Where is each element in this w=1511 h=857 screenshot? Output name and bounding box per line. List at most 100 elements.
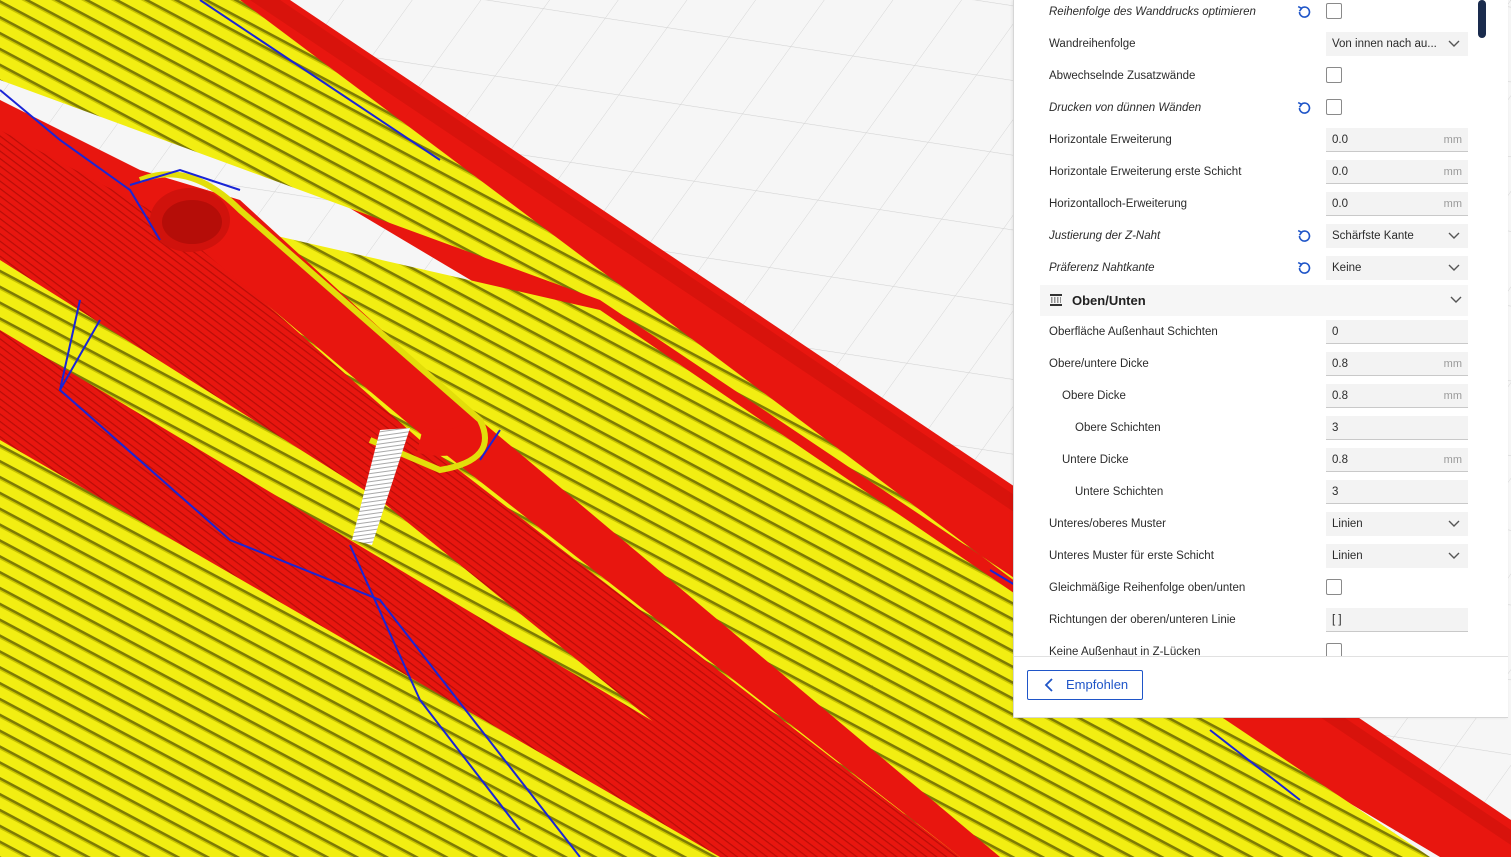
setting-input[interactable]: 0.8 mm [1326,352,1468,376]
setting-row[interactable]: Keine Außenhaut in Z-Lücken [1014,640,1508,656]
setting-row[interactable]: Gleichmäßige Reihenfolge oben/unten [1014,576,1508,608]
setting-checkbox[interactable] [1326,67,1342,83]
setting-row[interactable]: Obere Dicke 0.8 mm [1014,384,1508,416]
setting-dropdown[interactable]: Linien [1326,544,1468,568]
setting-row[interactable]: Drucken von dünnen Wänden [1014,96,1508,128]
input-unit: mm [1443,166,1462,178]
input-value: 0.8 [1332,390,1348,402]
setting-label: Horizontale Erweiterung erste Schicht [1049,166,1242,178]
reset-to-default-icon[interactable] [1296,260,1312,276]
input-value: [ ] [1332,614,1342,626]
setting-input[interactable]: 0.0 mm [1326,192,1468,216]
setting-row[interactable]: Unteres Muster für erste Schicht Linien [1014,544,1508,576]
setting-label: Untere Schichten [1075,486,1164,498]
setting-row[interactable]: Präferenz Nahtkante Keine [1014,256,1508,288]
input-unit: mm [1443,358,1462,370]
chevron-left-icon [1044,678,1053,692]
input-value: 3 [1332,486,1339,498]
setting-label: Unteres Muster für erste Schicht [1049,550,1214,562]
setting-input[interactable]: 3 [1326,480,1468,504]
setting-input[interactable]: 0.0 mm [1326,128,1468,152]
chevron-down-icon [1448,552,1460,559]
setting-checkbox[interactable] [1326,643,1342,656]
reset-to-default-icon[interactable] [1296,4,1312,20]
section-title: Oben/Unten [1072,293,1146,308]
setting-label: Horizontalloch-Erweiterung [1049,198,1188,210]
input-unit: mm [1443,198,1462,210]
setting-input[interactable]: 0 [1326,320,1468,344]
input-value: 0.0 [1332,166,1348,178]
setting-row[interactable]: Horizontalloch-Erweiterung 0.0 mm [1014,192,1508,224]
dropdown-value: Linien [1332,550,1363,562]
setting-row[interactable]: Obere/untere Dicke 0.8 mm [1014,352,1508,384]
setting-row[interactable]: Horizontale Erweiterung 0.0 mm [1014,128,1508,160]
setting-input[interactable]: 3 [1326,416,1468,440]
setting-row[interactable]: Unteres/oberes Muster Linien [1014,512,1508,544]
print-settings-panel: Reihenfolge des Wanddrucks optimieren Wan… [1013,0,1508,718]
setting-row[interactable]: Horizontale Erweiterung erste Schicht 0.0… [1014,160,1508,192]
input-value: 3 [1332,422,1339,434]
reset-to-default-icon[interactable] [1296,228,1312,244]
panel-divider [1014,656,1508,657]
setting-label: Richtungen der oberen/unteren Linie [1049,614,1236,626]
setting-label: Obere Dicke [1062,390,1126,402]
reset-to-default-icon[interactable] [1296,100,1312,116]
input-unit: mm [1443,390,1462,402]
scrollbar-thumb[interactable] [1478,0,1486,38]
setting-input[interactable]: [ ] [1326,608,1468,632]
setting-row[interactable]: Richtungen der oberen/unteren Linie [ ] [1014,608,1508,640]
input-value: 0 [1332,326,1339,338]
setting-row[interactable]: Reihenfolge des Wanddrucks optimieren [1014,0,1508,32]
input-value: 0.0 [1332,198,1348,210]
setting-row[interactable]: Justierung der Z-Naht Schärfste Kante [1014,224,1508,256]
setting-dropdown[interactable]: Von innen nach au... [1326,32,1468,56]
chevron-down-icon [1448,264,1460,271]
input-value: 0.0 [1332,134,1348,146]
input-value: 0.8 [1332,358,1348,370]
setting-row[interactable]: Oberfläche Außenhaut Schichten 0 [1014,320,1508,352]
top-bottom-icon [1050,294,1062,306]
setting-input[interactable]: 0.8 mm [1326,448,1468,472]
setting-dropdown[interactable]: Linien [1326,512,1468,536]
setting-label: Oberfläche Außenhaut Schichten [1049,326,1218,338]
setting-row[interactable]: Abwechselnde Zusatzwände [1014,64,1508,96]
setting-label: Keine Außenhaut in Z-Lücken [1049,646,1201,656]
settings-list[interactable]: Reihenfolge des Wanddrucks optimieren Wan… [1014,0,1508,656]
setting-row[interactable]: Obere Schichten 3 [1014,416,1508,448]
setting-label: Präferenz Nahtkante [1049,262,1155,274]
setting-label: Untere Dicke [1062,454,1129,466]
input-unit: mm [1443,134,1462,146]
setting-row[interactable]: Untere Dicke 0.8 mm [1014,448,1508,480]
setting-checkbox[interactable] [1326,3,1342,19]
setting-checkbox[interactable] [1326,99,1342,115]
setting-label: Justierung der Z-Naht [1049,230,1161,242]
chevron-down-icon [1448,520,1460,527]
section-header-top-bottom[interactable]: Oben/Unten [1040,285,1468,316]
chevron-down-icon [1448,232,1460,239]
chevron-down-icon [1450,296,1462,303]
dropdown-value: Linien [1332,518,1363,530]
setting-checkbox[interactable] [1326,579,1342,595]
dropdown-value: Keine [1332,262,1362,274]
recommended-mode-button[interactable]: Empfohlen [1027,670,1143,700]
setting-label: Wandreihenfolge [1049,38,1136,50]
dropdown-value: Schärfste Kante [1332,230,1414,242]
setting-label: Gleichmäßige Reihenfolge oben/unten [1049,582,1246,594]
setting-input[interactable]: 0.0 mm [1326,160,1468,184]
setting-label: Obere/untere Dicke [1049,358,1149,370]
setting-row[interactable]: Wandreihenfolge Von innen nach au... [1014,32,1508,64]
setting-row[interactable]: Untere Schichten 3 [1014,480,1508,512]
recommended-button-label: Empfohlen [1066,677,1129,692]
setting-label: Drucken von dünnen Wänden [1049,102,1202,114]
dropdown-value: Von innen nach au... [1332,38,1437,50]
input-unit: mm [1443,454,1462,466]
setting-dropdown[interactable]: Schärfste Kante [1326,224,1468,248]
input-value: 0.8 [1332,454,1348,466]
setting-label: Horizontale Erweiterung [1049,134,1172,146]
setting-label: Reihenfolge des Wanddrucks optimieren [1049,6,1256,18]
chevron-down-icon [1448,40,1460,47]
setting-dropdown[interactable]: Keine [1326,256,1468,280]
setting-input[interactable]: 0.8 mm [1326,384,1468,408]
setting-label: Unteres/oberes Muster [1049,518,1166,530]
setting-label: Obere Schichten [1075,422,1161,434]
